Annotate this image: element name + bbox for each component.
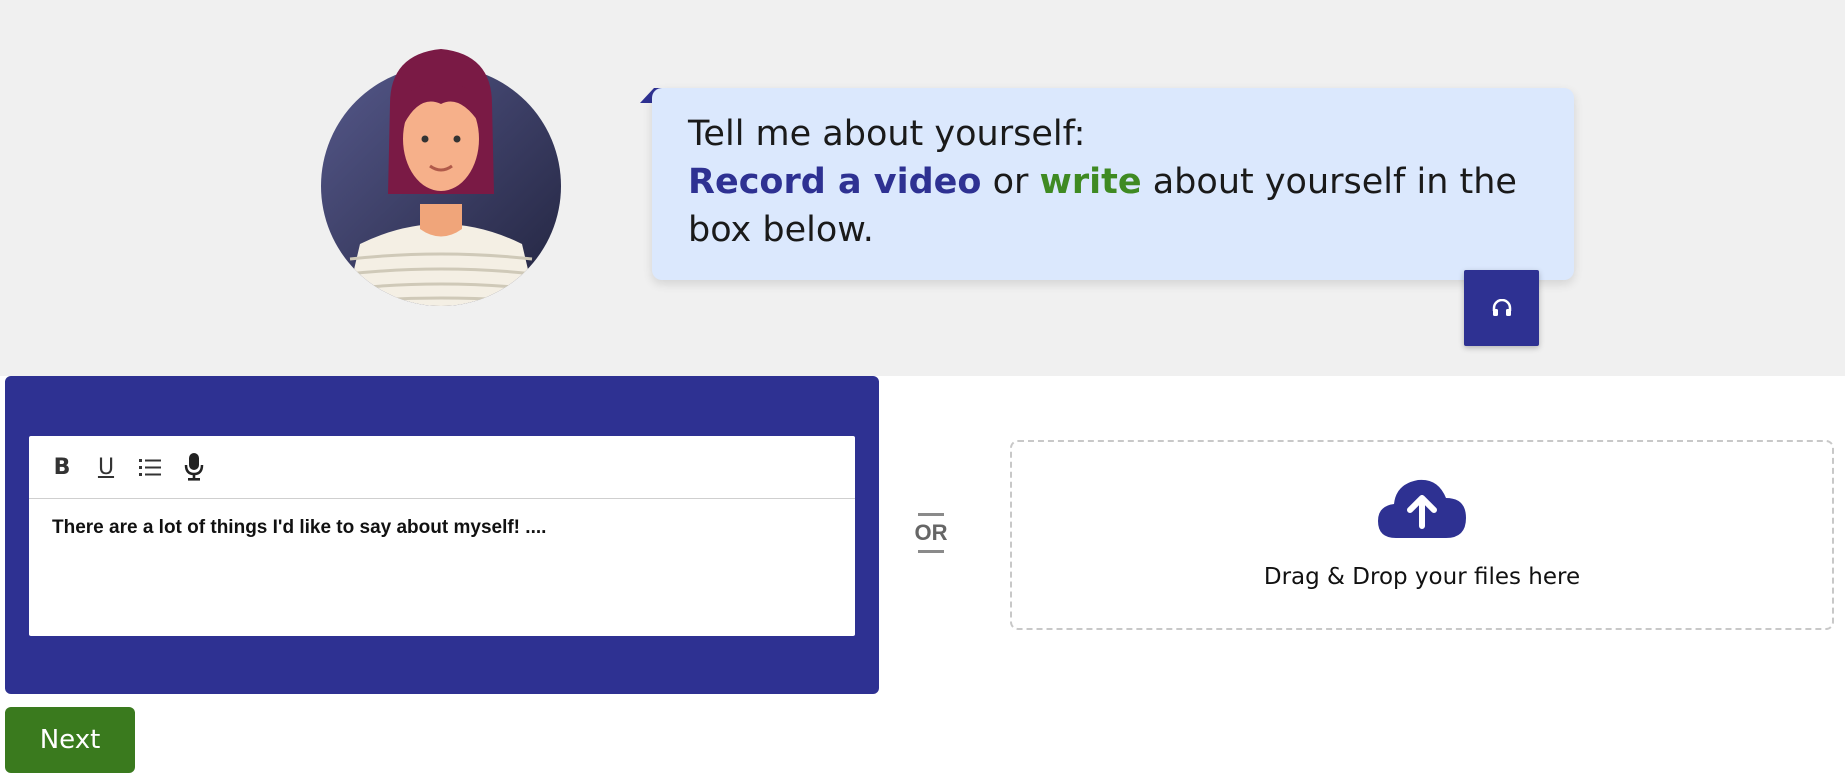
next-button[interactable]: Next — [5, 707, 135, 773]
prompt-or-word: or — [992, 162, 1029, 202]
editor-toolbar: B U — [29, 436, 855, 499]
rich-text-editor: B U There are a lot of things I'd like t… — [29, 436, 855, 636]
file-dropzone[interactable]: Drag & Drop your files here — [1010, 440, 1834, 630]
play-audio-button[interactable] — [1464, 270, 1539, 346]
cloud-upload-icon — [1378, 479, 1466, 538]
or-separator: OR — [914, 513, 948, 557]
dropzone-text: Drag & Drop your files here — [1263, 564, 1581, 590]
microphone-icon — [184, 453, 204, 481]
prompt-bubble: Tell me about yourself: Record a video o… — [652, 88, 1574, 280]
headphones-icon — [1492, 299, 1511, 316]
bullet-list-button[interactable] — [137, 452, 163, 482]
bold-button[interactable]: B — [49, 452, 75, 482]
prompt-line2: Record a video or write about yourself i… — [688, 158, 1538, 254]
avatar — [321, 49, 561, 306]
microphone-button[interactable] — [181, 452, 207, 482]
editor-content[interactable]: There are a lot of things I'd like to sa… — [29, 499, 855, 557]
write-link[interactable]: write — [1040, 162, 1142, 202]
underline-button[interactable]: U — [93, 452, 119, 482]
or-line-bottom — [918, 550, 944, 553]
prompt-line1: Tell me about yourself: — [688, 114, 1086, 154]
record-video-link[interactable]: Record a video — [688, 162, 981, 202]
list-icon — [139, 459, 161, 476]
editor-panel: B U There are a lot of things I'd like t… — [5, 376, 879, 694]
or-label: OR — [914, 520, 948, 545]
